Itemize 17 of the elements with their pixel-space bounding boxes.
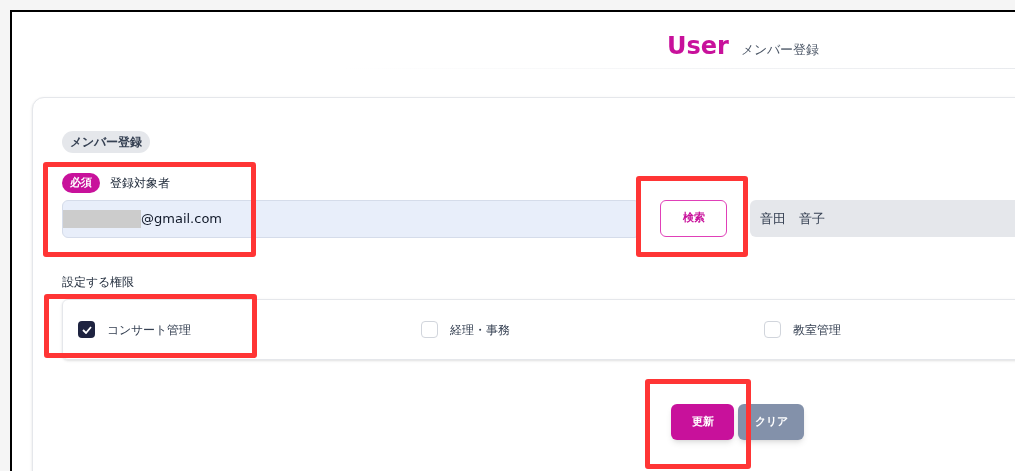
page-subtitle: メンバー登録: [740, 41, 819, 59]
name-field: 音田 音子: [750, 200, 1015, 237]
section-label: 設定する権限: [62, 274, 134, 291]
checkbox[interactable]: [78, 321, 95, 338]
required-badge: 必須: [62, 172, 100, 194]
page-title: User: [667, 34, 729, 58]
clear-button[interactable]: クリア: [738, 404, 804, 440]
field-label: 登録対象者: [110, 175, 170, 192]
checkbox[interactable]: [421, 321, 438, 338]
search-button[interactable]: 検索: [660, 200, 727, 237]
update-button[interactable]: 更新: [671, 404, 734, 440]
check-icon: [81, 325, 92, 334]
section-badge: メンバー登録: [62, 131, 150, 153]
checkbox-label: 教室管理: [793, 321, 841, 339]
checkbox-label: コンサート管理: [107, 321, 191, 339]
checkbox[interactable]: [764, 321, 781, 338]
checkbox-label: 経理・事務: [450, 321, 510, 339]
